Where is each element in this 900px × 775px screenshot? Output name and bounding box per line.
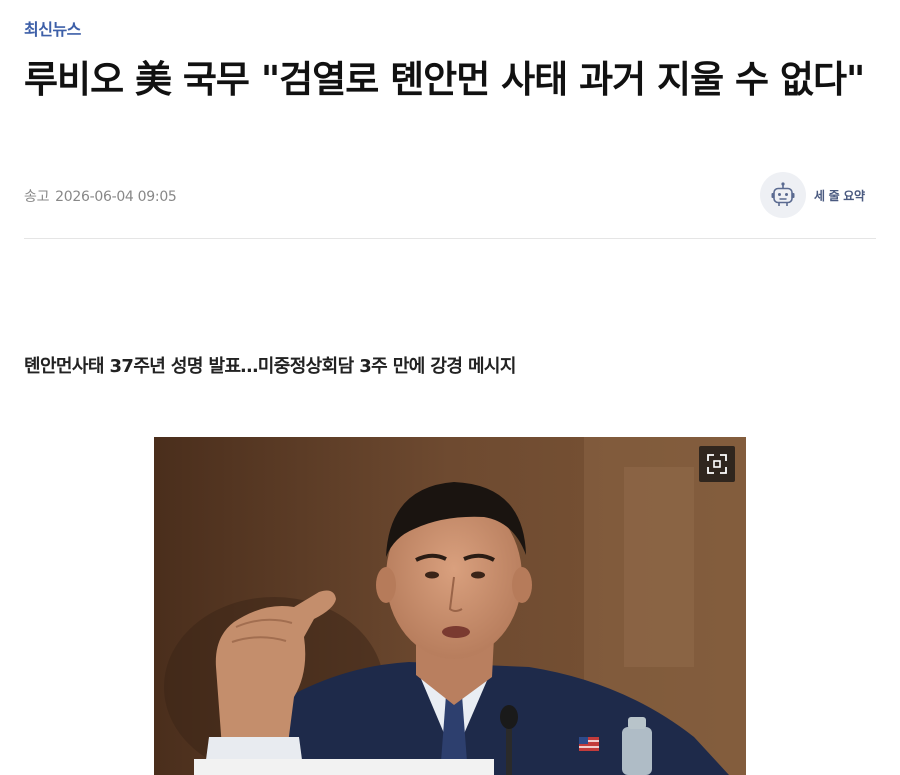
- robot-icon: [760, 172, 806, 218]
- publish-label: 송고: [24, 189, 50, 205]
- section-label-latest-news[interactable]: 최신뉴스: [24, 16, 81, 40]
- article-page: 최신뉴스 루비오 美 국무 "검열로 톈안먼 사태 과거 지울 수 없다" 송고…: [0, 0, 900, 775]
- article-headline: 루비오 美 국무 "검열로 톈안먼 사태 과거 지울 수 없다": [24, 58, 865, 101]
- expand-icon: [707, 454, 727, 474]
- article-meta: 송고 2026-06-04 09:05: [24, 186, 177, 206]
- summary-button-label: 세 줄 요약: [814, 188, 865, 203]
- article-photo[interactable]: [154, 437, 746, 775]
- photo-expand-button[interactable]: [699, 446, 735, 482]
- photo-illustration: [154, 437, 746, 775]
- publish-datetime: 2026-06-04 09:05: [55, 189, 177, 205]
- article-subtitle: 톈안먼사태 37주년 성명 발표…미중정상회담 3주 만에 강경 메시지: [24, 356, 516, 377]
- header-divider: [24, 238, 876, 239]
- three-line-summary-button[interactable]: 세 줄 요약: [760, 172, 865, 218]
